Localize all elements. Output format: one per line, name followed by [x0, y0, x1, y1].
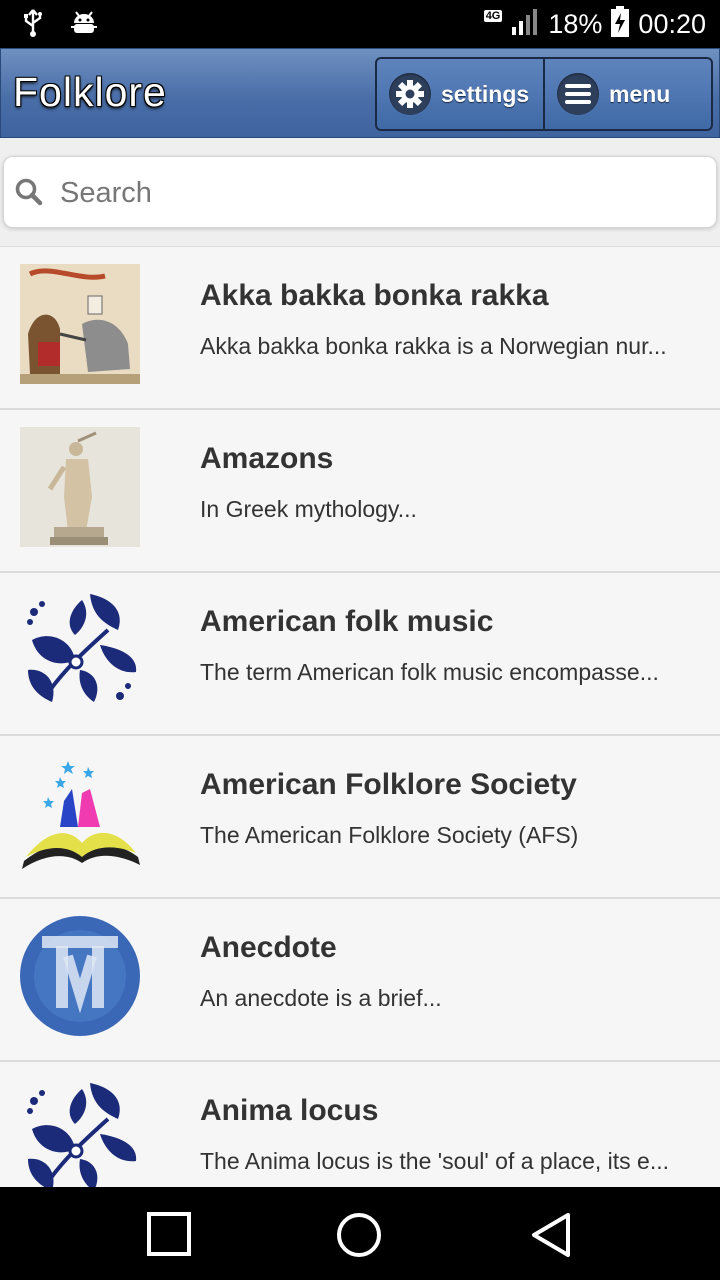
signal-icon	[510, 7, 540, 42]
statue-thumbnail	[20, 427, 140, 547]
back-button[interactable]	[528, 1211, 574, 1264]
usb-icon	[22, 8, 44, 43]
search-box	[3, 156, 717, 229]
item-description: The term American folk music encompasse.…	[200, 659, 659, 685]
battery-charging-icon	[610, 5, 630, 43]
list-item[interactable]: Anima locus The Anima locus is the 'soul…	[0, 1062, 720, 1188]
menu-button[interactable]: menu	[543, 59, 711, 129]
item-description: An anecdote is a brief...	[200, 985, 442, 1011]
item-title: Anima locus	[200, 1094, 379, 1127]
system-nav-bar	[0, 1187, 720, 1280]
list-item[interactable]: American folk music The term American fo…	[0, 573, 720, 736]
android-debug-icon	[70, 9, 98, 42]
hamburger-menu-icon	[557, 73, 599, 115]
clock: 00:20	[638, 8, 706, 39]
network-type-label: 4G	[483, 10, 503, 22]
header-button-group: settings menu	[375, 57, 713, 131]
item-description: The Anima locus is the 'soul' of a place…	[200, 1148, 670, 1174]
item-title: American folk music	[200, 605, 494, 638]
item-title: Amazons	[200, 442, 334, 475]
list-item[interactable]: American Folklore Society The American F…	[0, 736, 720, 899]
app-title: Folklore	[13, 69, 167, 115]
status-bar: 4G 18% 00:20	[0, 0, 720, 48]
gear-icon	[389, 73, 431, 115]
search-bar	[0, 138, 720, 246]
app-header: Folklore settings menu	[0, 48, 720, 138]
list-item[interactable]: Akka bakka bonka rakka Akka bakka bonka …	[0, 247, 720, 410]
list-item[interactable]: Anecdote An anecdote is a brief...	[0, 899, 720, 1062]
item-title: Anecdote	[200, 931, 337, 964]
settings-button[interactable]: settings	[377, 59, 543, 129]
search-input[interactable]	[58, 157, 702, 229]
illustration-thumbnail	[20, 264, 140, 384]
article-list: Akka bakka bonka rakka Akka bakka bonka …	[0, 246, 720, 1188]
home-button[interactable]	[335, 1211, 383, 1264]
item-description: Akka bakka bonka rakka is a Norwegian nu…	[200, 333, 667, 359]
recent-apps-button[interactable]	[146, 1211, 192, 1262]
item-title: American Folklore Society	[200, 768, 577, 801]
open-book-thumbnail	[20, 753, 140, 873]
menu-label: menu	[609, 80, 671, 107]
item-title: Akka bakka bonka rakka	[200, 279, 549, 312]
item-description: The American Folklore Society (AFS)	[200, 822, 579, 848]
floral-ornament-thumbnail	[20, 1079, 140, 1188]
battery-percent: 18%	[548, 8, 603, 39]
floral-ornament-thumbnail	[20, 590, 140, 710]
list-item[interactable]: Amazons In Greek mythology...	[0, 410, 720, 573]
wikipedia-logo-thumbnail	[20, 916, 140, 1036]
settings-label: settings	[441, 80, 530, 107]
search-icon	[14, 177, 44, 212]
item-description: In Greek mythology...	[200, 496, 417, 522]
